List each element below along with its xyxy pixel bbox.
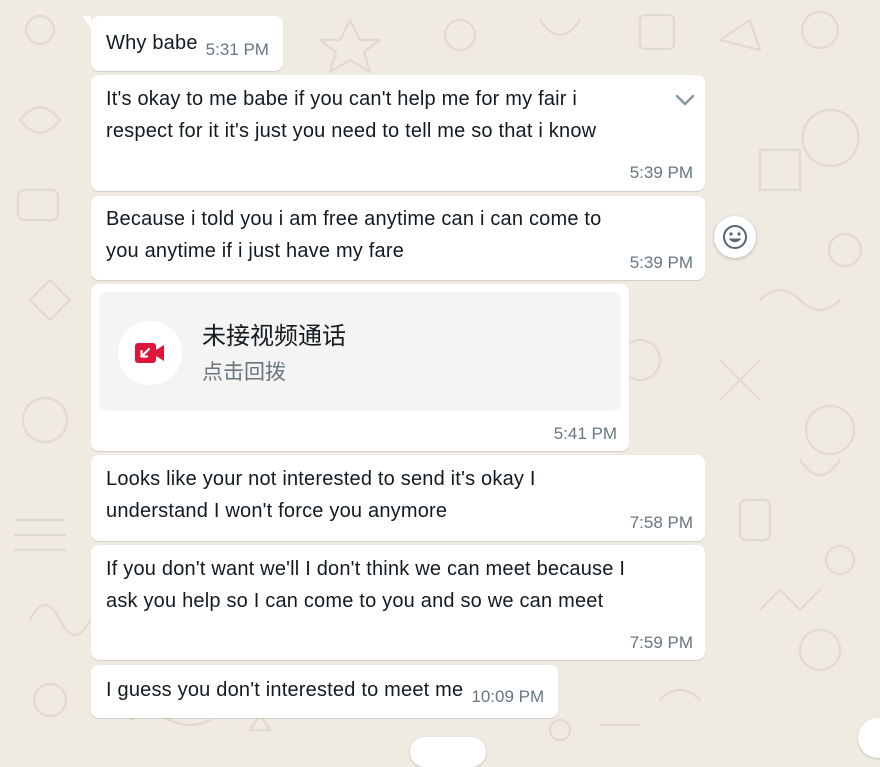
message-text-line: understand I won't force you anymore [106,500,448,522]
message-text: I guess you don't interested to meet me [106,679,464,701]
message-text-line: ask you help so I can come to you and so… [106,590,604,612]
smiley-icon [723,225,747,249]
call-title: 未接视频通话 [202,323,346,350]
message-text-line: Looks like your not interested to send i… [106,468,536,490]
message-text-line: you anytime if i just have my fare [106,240,405,262]
call-back-label[interactable]: 点击回拨 [202,356,286,386]
scroll-date-pill[interactable] [410,737,486,767]
message-bubble[interactable]: Looks like your not interested to send i… [91,455,705,541]
message-text: Why babe [106,32,198,54]
message-timestamp: 7:58 PM [629,513,693,532]
message-text-line: respect for it it's just you need to tel… [106,120,597,142]
message-text-line: It's okay to me babe if you can't help m… [106,88,578,110]
message-bubble[interactable]: If you don't want we'll I don't think we… [91,545,705,660]
missed-call-card[interactable]: 未接视频通话 点击回拨 [99,292,621,411]
chevron-down-icon[interactable] [674,93,696,107]
reaction-button[interactable] [714,216,756,258]
message-bubble[interactable]: Because i told you i am free anytime can… [91,196,705,280]
message-bubble[interactable]: I guess you don't interested to meet me 1… [91,665,559,718]
message-text-line: Because i told you i am free anytime can… [106,208,602,230]
message-timestamp: 5:41 PM [553,424,617,443]
message-timestamp: 10:09 PM [471,687,545,706]
bubble-tail [83,16,91,28]
message-bubble[interactable]: It's okay to me babe if you can't help m… [91,75,705,191]
message-timestamp: 5:39 PM [629,253,693,272]
missed-video-call-icon [135,343,164,363]
message-bubble[interactable]: Why babe 5:31 PM [83,16,283,71]
message-text-line: If you don't want we'll I don't think we… [106,558,626,580]
message-timestamp: 5:31 PM [205,40,269,59]
message-bubble[interactable]: 未接视频通话 点击回拨 5:41 PM [91,284,629,451]
message-timestamp: 5:39 PM [629,163,693,182]
call-icon-container [118,321,182,385]
message-timestamp: 7:59 PM [629,633,693,652]
